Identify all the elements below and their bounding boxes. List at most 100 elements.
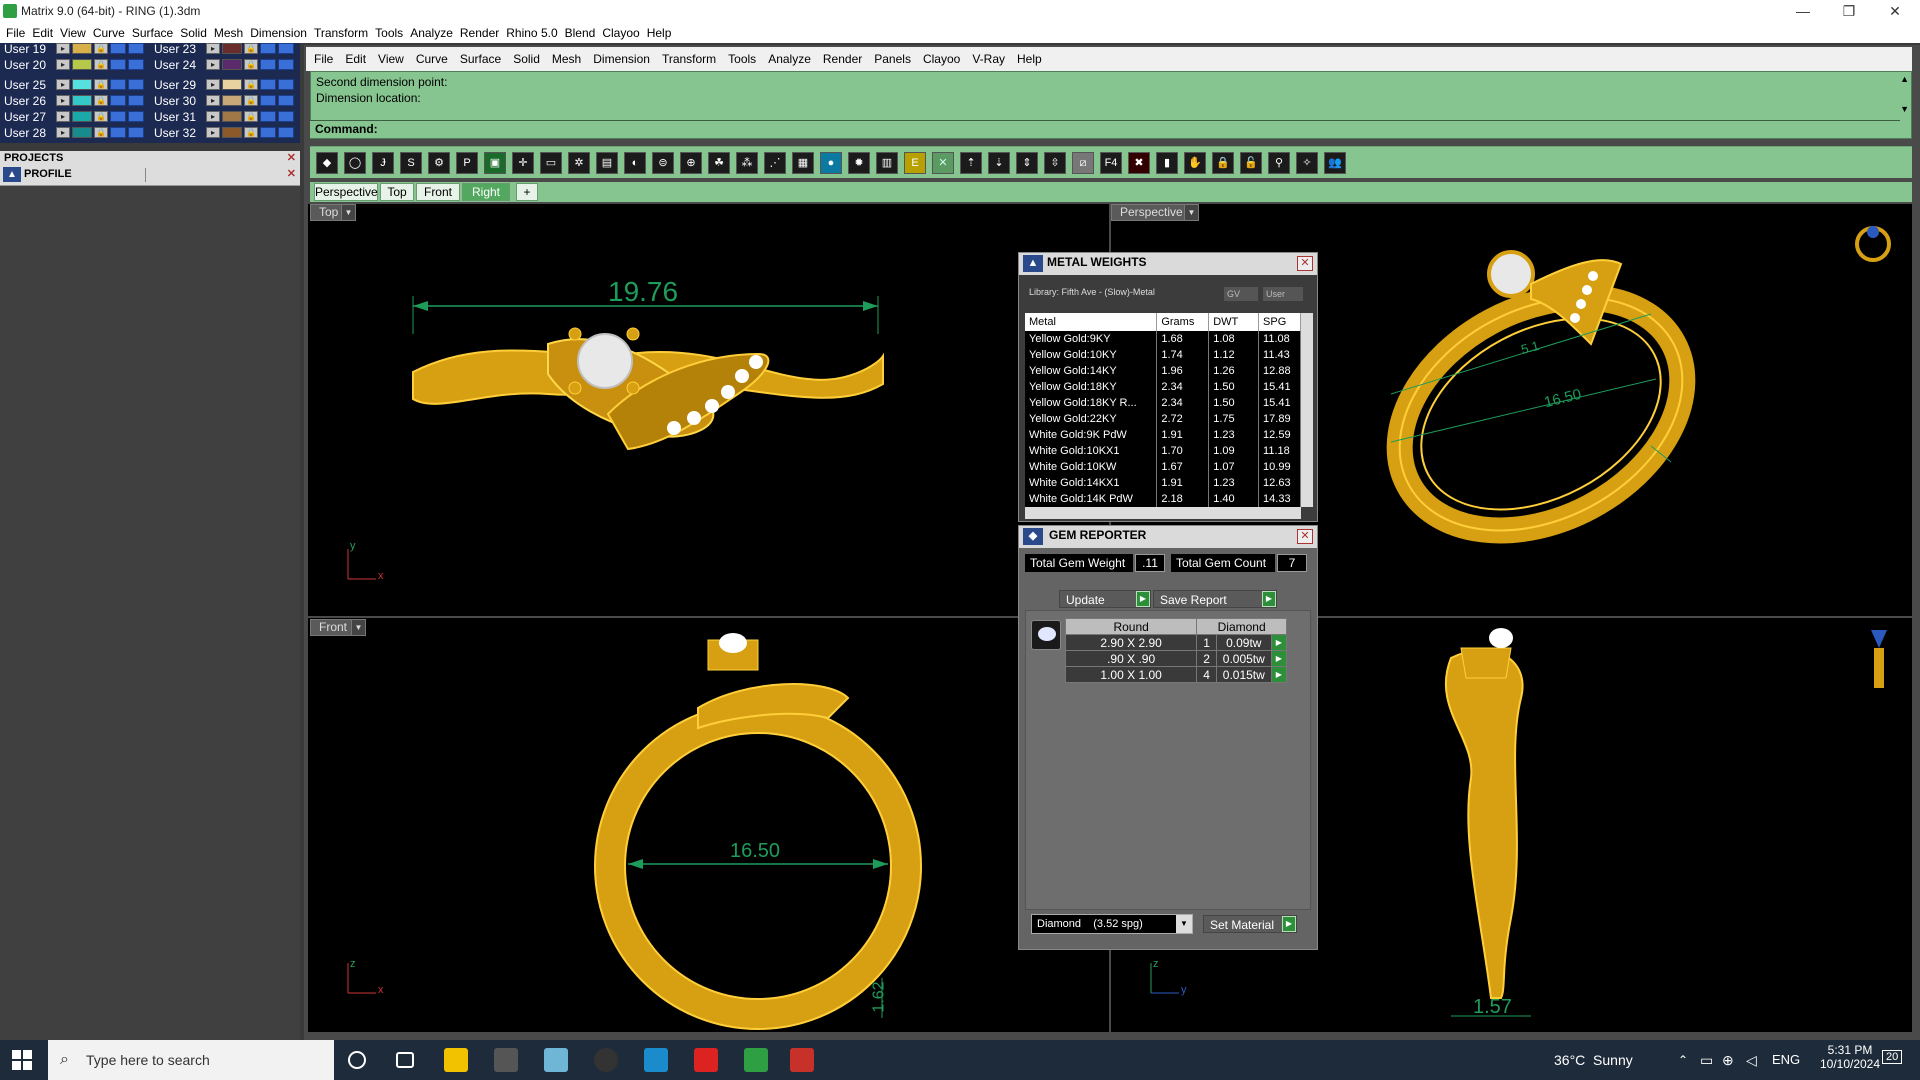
layer-visibility-toggle[interactable] — [110, 79, 126, 90]
layer-color-swatch[interactable] — [72, 111, 92, 122]
menu-file[interactable]: File — [6, 26, 32, 40]
lock-icon[interactable]: 🔒 — [94, 59, 108, 70]
menu-view[interactable]: View — [60, 26, 93, 40]
table-row[interactable]: White Gold:14K PdW 2.18 1.40 14.33 — [1025, 491, 1301, 507]
layer-current-toggle[interactable] — [278, 79, 294, 90]
lock-icon[interactable]: 🔒 — [94, 43, 108, 54]
layer-row[interactable]: User 20 ▸ 🔒 — [0, 57, 146, 72]
save-report-button[interactable]: Save Report ▶ — [1153, 590, 1277, 608]
label-tool-icon[interactable]: E — [904, 152, 926, 174]
layer-color-swatch[interactable] — [72, 127, 92, 138]
lock-icon[interactable]: 🔒 — [94, 111, 108, 122]
language-indicator[interactable]: ENG — [1772, 1040, 1800, 1080]
layer-row[interactable]: User 24 ▸ 🔒 — [150, 57, 296, 72]
tab-right[interactable]: Right — [462, 183, 510, 201]
menu-analyze[interactable]: Analyze — [410, 26, 460, 40]
layer-visibility-toggle[interactable] — [110, 127, 126, 138]
lock-icon[interactable]: 🔒 — [244, 95, 258, 106]
settings-tool-icon[interactable]: ⚙ — [428, 152, 450, 174]
layer-row[interactable]: User 26 ▸ 🔒 — [0, 93, 146, 108]
lock-icon[interactable]: 🔒 — [94, 127, 108, 138]
tab-perspective[interactable]: Perspective — [314, 183, 378, 201]
app-icon[interactable] — [694, 1048, 718, 1072]
layer-current-toggle[interactable] — [128, 59, 144, 70]
x-tool-icon[interactable]: ✕ — [932, 152, 954, 174]
expand-icon[interactable]: ▸ — [206, 59, 220, 70]
layer-current-toggle[interactable] — [128, 127, 144, 138]
layer-color-swatch[interactable] — [222, 95, 242, 106]
cross-tool-icon[interactable]: ✖ — [1128, 152, 1150, 174]
book-tool-icon[interactable]: ▮ — [1156, 152, 1178, 174]
layer-visibility-toggle[interactable] — [110, 95, 126, 106]
play-icon[interactable]: ▶ — [1270, 666, 1288, 683]
viewport-top[interactable]: Top ▼ 19.76 y x — [308, 204, 1109, 616]
inner-menu-dimension[interactable]: Dimension — [593, 52, 662, 66]
scatter-tool-icon[interactable]: ⋰ — [764, 152, 786, 174]
expand-icon[interactable]: ▸ — [56, 111, 70, 122]
menu-clayoo[interactable]: Clayoo — [602, 26, 646, 40]
layer-row[interactable]: User 30 ▸ 🔒 — [150, 93, 296, 108]
hand-tool-icon[interactable]: ✋ — [1184, 152, 1206, 174]
layer-row[interactable]: User 32 ▸ 🔒 — [150, 125, 296, 140]
gem-tool-icon[interactable]: ◆ — [316, 152, 338, 174]
inner-menu-help[interactable]: Help — [1017, 52, 1054, 66]
table-row[interactable]: Yellow Gold:18KY R... 2.34 1.50 15.41 — [1025, 395, 1301, 411]
close-icon[interactable]: ✕ — [287, 151, 296, 166]
menu-surface[interactable]: Surface — [132, 26, 180, 40]
updown-tool-icon[interactable]: ⇕ — [1016, 152, 1038, 174]
curve-tool-icon[interactable]: S — [400, 152, 422, 174]
layer-current-toggle[interactable] — [128, 43, 144, 54]
inner-menu-view[interactable]: View — [378, 52, 416, 66]
layer-color-swatch[interactable] — [222, 111, 242, 122]
layer-visibility-toggle[interactable] — [260, 95, 276, 106]
inner-menu-edit[interactable]: Edit — [345, 52, 378, 66]
inner-menu-surface[interactable]: Surface — [460, 52, 513, 66]
layer-visibility-toggle[interactable] — [110, 59, 126, 70]
inner-menu-analyze[interactable]: Analyze — [768, 52, 823, 66]
table-row[interactable]: Yellow Gold:10KY 1.74 1.12 11.43 — [1025, 347, 1301, 363]
menu-edit[interactable]: Edit — [32, 26, 60, 40]
layer-visibility-toggle[interactable] — [260, 59, 276, 70]
layer-row[interactable]: User 27 ▸ 🔒 — [0, 109, 146, 124]
tray-chevron-icon[interactable]: ⌃ — [1678, 1040, 1688, 1080]
cortana-icon[interactable] — [348, 1051, 366, 1069]
layer-color-swatch[interactable] — [222, 79, 242, 90]
column-header[interactable]: DWT — [1208, 313, 1260, 331]
layer-visibility-toggle[interactable] — [260, 43, 276, 54]
close-icon[interactable]: ✕ — [1297, 256, 1313, 271]
table-row[interactable]: White Gold:10KX1 1.70 1.09 11.18 — [1025, 443, 1301, 459]
lock-icon[interactable]: 🔒 — [244, 111, 258, 122]
expand-icon[interactable]: ▸ — [206, 79, 220, 90]
layer-current-toggle[interactable] — [278, 43, 294, 54]
layer-current-toggle[interactable] — [278, 95, 294, 106]
layer-color-swatch[interactable] — [72, 43, 92, 54]
network-icon[interactable]: ▭ — [1700, 1040, 1713, 1080]
layer-color-swatch[interactable] — [222, 127, 242, 138]
close-icon[interactable]: ✕ — [287, 166, 296, 182]
table-row[interactable]: Yellow Gold:9KY 1.68 1.08 11.08 — [1025, 331, 1301, 347]
app-icon[interactable] — [790, 1048, 814, 1072]
layer-color-swatch[interactable] — [72, 59, 92, 70]
inner-menu-transform[interactable]: Transform — [662, 52, 728, 66]
layer-color-swatch[interactable] — [72, 95, 92, 106]
app-icon[interactable] — [644, 1048, 668, 1072]
vertical-scrollbar[interactable] — [1301, 313, 1313, 507]
lock-icon[interactable]: 🔒 — [94, 79, 108, 90]
menu-tools[interactable]: Tools — [375, 26, 410, 40]
menu-curve[interactable]: Curve — [93, 26, 132, 40]
tab-front[interactable]: Front — [416, 183, 460, 201]
unlock-tool-icon[interactable]: 🔓 — [1240, 152, 1262, 174]
table-row[interactable]: 1.00 X 1.00 4 0.015tw ▶ — [1064, 666, 1288, 683]
map-tool-icon[interactable]: ▣ — [484, 152, 506, 174]
layer-color-swatch[interactable] — [222, 43, 242, 54]
menu-mesh[interactable]: Mesh — [214, 26, 250, 40]
add-tab-button[interactable]: + — [516, 183, 538, 201]
restore-button[interactable]: ❐ — [1826, 0, 1872, 22]
menu-render[interactable]: Render — [460, 26, 506, 40]
bead-tool-icon[interactable]: ⁂ — [736, 152, 758, 174]
align-tool-icon[interactable]: ⇳ — [1044, 152, 1066, 174]
layer-row[interactable]: User 28 ▸ 🔒 — [0, 125, 146, 140]
taskbar-search[interactable]: ⌕ Type here to search — [48, 1040, 334, 1080]
table-row[interactable]: White Gold:9K PdW 1.91 1.23 12.59 — [1025, 427, 1301, 443]
inner-menu-tools[interactable]: Tools — [728, 52, 768, 66]
